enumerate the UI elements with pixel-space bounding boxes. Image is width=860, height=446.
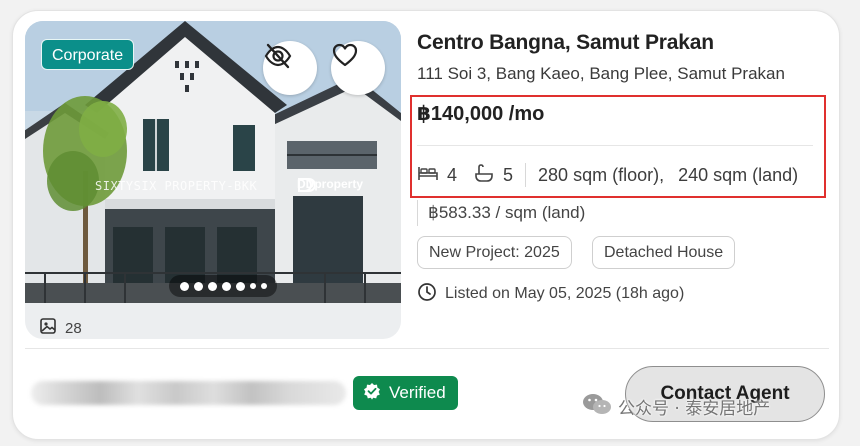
bathtub-icon [473,163,495,188]
bed-icon [417,164,439,187]
spec-separator [525,163,527,187]
photo-count-value: 28 [65,319,82,337]
ppu-separator [417,200,418,226]
wechat-icon [582,392,612,421]
ddproperty-logo-icon [298,178,315,192]
verified-badge: Verified [353,376,458,410]
listing-card[interactable]: Corporate SIXTYSIX PROPERTY-BKK DDproper… [12,10,840,440]
listing-price: ฿140,000 /mo [417,103,545,125]
bedrooms-value: 4 [447,164,458,185]
carousel-dot[interactable] [179,281,189,291]
clock-icon [417,282,437,307]
carousel-dot[interactable] [207,281,217,291]
listing-photo[interactable]: Corporate SIXTYSIX PROPERTY-BKK DDproper… [25,21,401,339]
price-per-unit-value: ฿583.33 / sqm (land) [428,203,586,222]
divider [417,145,813,146]
verified-label: Verified [389,383,446,402]
listed-date: Listed on May 05, 2025 (18h ago) [417,282,685,307]
house-image[interactable]: Corporate SIXTYSIX PROPERTY-BKK DDproper… [25,21,401,303]
land-area: 240 sqm (land) [678,164,799,185]
price-per-unit: ฿583.33 / sqm (land) [417,199,585,227]
carousel-dot[interactable] [235,281,245,291]
photo-count[interactable]: 28 [39,317,82,339]
badge-check-icon [363,382,381,405]
corporate-badge: Corporate [41,39,135,70]
carousel-indicator[interactable] [169,275,277,297]
wechat-watermark: 公众号 · 泰安居地产 [582,392,770,421]
bathrooms-value: 5 [503,164,514,185]
bathrooms: 5 [473,163,513,188]
carousel-dot[interactable] [260,283,267,289]
hide-listing-button[interactable] [263,41,317,95]
favorite-button[interactable] [331,41,385,95]
floor-area: 280 sqm (floor), [538,164,665,185]
listing-specs: 4 5 280 sqm (floor), 240 sqm (land) [417,161,798,189]
listing-title[interactable]: Centro Bangna, Samut Prakan [417,31,714,55]
image-icon [39,317,57,339]
photo-watermark: SIXTYSIX PROPERTY-BKK [95,179,258,193]
ddproperty-logo: DDproperty [297,177,363,192]
carousel-dot[interactable] [193,281,203,291]
tag-new-project: New Project: 2025 [417,236,572,269]
listing-address: 111 Soi 3, Bang Kaeo, Bang Plee, Samut P… [417,64,785,83]
listed-date-text: Listed on May 05, 2025 (18h ago) [445,285,685,302]
carousel-dot[interactable] [249,283,256,289]
footer-divider [25,348,829,349]
agent-name-blurred[interactable] [31,381,346,405]
tag-property-type: Detached House [592,236,736,269]
wechat-watermark-text: 公众号 · 泰安居地产 [618,399,771,419]
carousel-dot[interactable] [221,281,231,291]
bedrooms: 4 [417,164,457,187]
